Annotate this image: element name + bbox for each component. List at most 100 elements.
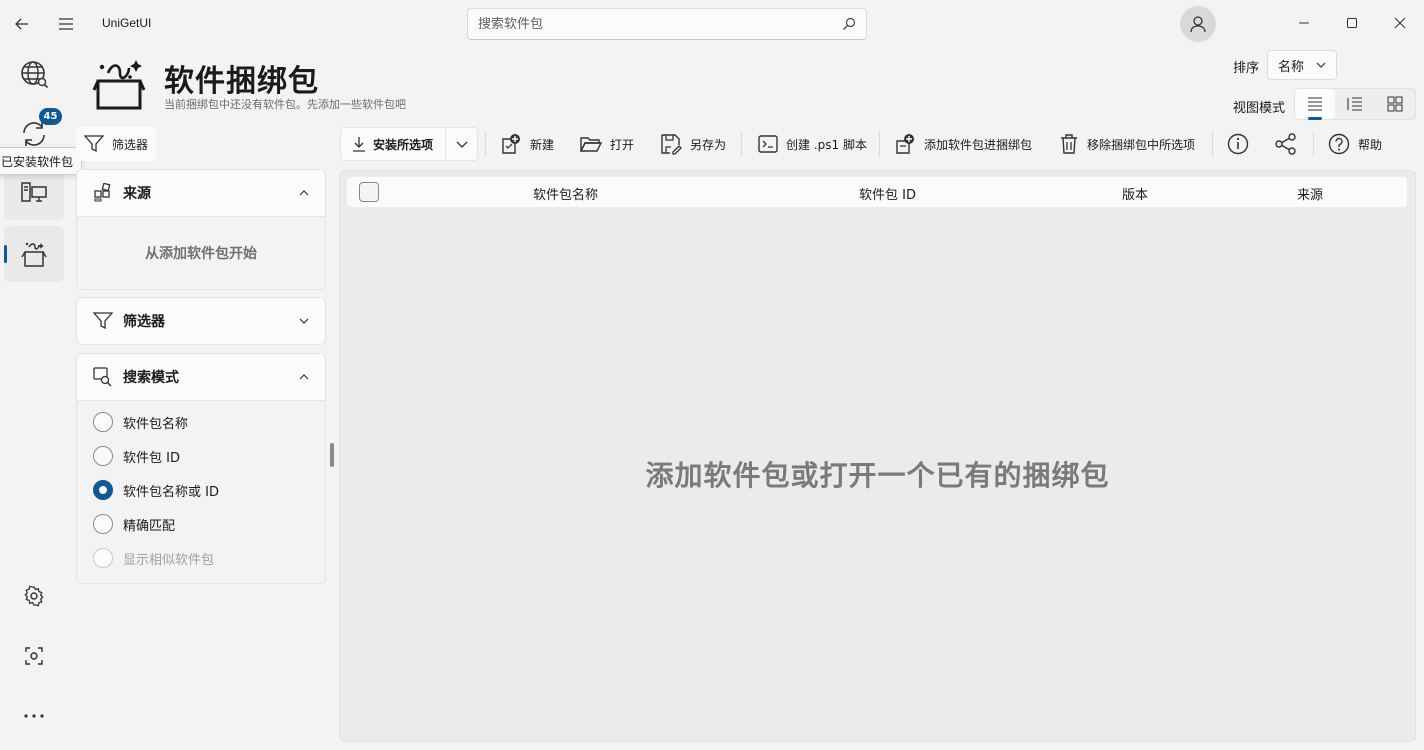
filter-toggle-button[interactable]: 筛选器 [76, 127, 156, 161]
search-input[interactable] [478, 16, 842, 32]
view-grid-button[interactable] [1375, 89, 1415, 119]
radio-button[interactable] [93, 412, 113, 432]
install-selected-button[interactable]: 安装所选项 [341, 128, 445, 160]
nav-settings[interactable] [4, 568, 64, 624]
remove-selected-button[interactable]: 移除捆绑包中所选项 [1059, 127, 1195, 161]
chevron-up-icon [299, 374, 309, 380]
trash-icon [1061, 134, 1077, 154]
column-header-source[interactable]: 来源 [1297, 184, 1323, 203]
list-view-icon [1308, 97, 1322, 111]
column-header-version[interactable]: 版本 [1122, 184, 1148, 203]
help-label: 帮助 [1358, 137, 1383, 152]
add-package-icon [896, 134, 914, 154]
panel-splitter-handle[interactable] [330, 443, 334, 467]
sources-panel-title: 来源 [123, 186, 151, 202]
maximize-icon [1347, 18, 1357, 28]
search-mode-panel: 搜索模式 软件包名称 软件包 ID 软件包名称或 ID 精确匹配 显示相似软件包 [76, 353, 326, 584]
remove-selected-label: 移除捆绑包中所选项 [1087, 137, 1196, 152]
sources-panel: 来源 从添加软件包开始 [76, 169, 326, 290]
search-mode-option[interactable]: 软件包名称 [77, 405, 325, 439]
help-icon [1328, 133, 1350, 155]
nav-tooltip: 已安装软件包 [0, 147, 83, 175]
view-details-button[interactable] [1335, 89, 1375, 119]
bundle-header-icon [92, 57, 148, 111]
minimize-button[interactable] [1288, 8, 1320, 38]
updates-count-badge: 45 [39, 108, 62, 125]
select-all-checkbox[interactable] [359, 182, 379, 202]
filter-toggle-label: 筛选器 [112, 137, 149, 152]
search-mode-panel-title: 搜索模式 [123, 370, 179, 386]
sources-panel-header[interactable]: 来源 [77, 170, 325, 216]
hamburger-menu-button[interactable] [52, 10, 80, 38]
maximize-button[interactable] [1336, 8, 1368, 38]
search-mode-option-label: 精确匹配 [123, 518, 176, 534]
share-icon [1275, 133, 1296, 155]
search-mode-icon [93, 367, 112, 387]
back-button[interactable] [8, 10, 36, 38]
install-selected-label: 安装所选项 [373, 137, 434, 152]
view-mode-label: 视图模式 [1233, 101, 1286, 116]
close-icon [1394, 17, 1406, 29]
search-mode-option-disabled: 显示相似软件包 [77, 541, 325, 575]
toolbar-separator [879, 131, 880, 157]
save-as-button[interactable]: 另存为 [660, 127, 726, 161]
user-avatar-button[interactable] [1180, 6, 1216, 42]
open-bundle-label: 打开 [610, 137, 635, 152]
app-title: UniGetUI [102, 16, 152, 30]
search-mode-option-label: 软件包名称 [123, 416, 189, 432]
add-package-button[interactable]: 添加软件包进捆绑包 [894, 127, 1032, 161]
sort-select[interactable]: 名称 [1267, 50, 1337, 80]
filters-panel: 筛选器 [76, 297, 326, 345]
new-bundle-button[interactable]: 新建 [500, 127, 554, 161]
filter-icon [84, 135, 104, 153]
new-bundle-label: 新建 [530, 137, 555, 152]
nav-diagnostics[interactable] [4, 628, 64, 684]
search-mode-option[interactable]: 精确匹配 [77, 507, 325, 541]
create-script-label: 创建 .ps1 脚本 [786, 137, 867, 152]
sources-icon [94, 183, 111, 202]
share-button[interactable] [1275, 127, 1297, 161]
toolbar-separator [485, 131, 486, 157]
close-button[interactable] [1384, 8, 1416, 38]
radio-button-disabled [93, 548, 113, 568]
toolbar-separator [741, 131, 742, 157]
radio-button-selected[interactable] [93, 480, 113, 500]
search-mode-option[interactable]: 软件包 ID [77, 439, 325, 473]
empty-bundle-message: 添加软件包或打开一个已有的捆绑包 [645, 459, 1110, 492]
view-mode-toggle [1294, 88, 1416, 120]
chevron-down-icon [1316, 62, 1326, 68]
user-icon [1190, 16, 1206, 33]
nav-more[interactable] [4, 688, 64, 744]
folder-open-icon [580, 137, 602, 152]
search-icon[interactable] [842, 17, 856, 31]
diagnostics-icon [25, 647, 43, 665]
filters-panel-header[interactable]: 筛选器 [77, 298, 325, 344]
view-list-button[interactable] [1295, 89, 1335, 120]
grid-view-icon [1387, 96, 1403, 112]
chevron-up-icon [299, 190, 309, 196]
save-as-label: 另存为 [690, 137, 727, 152]
nav-bundles[interactable] [4, 226, 64, 282]
help-button[interactable]: 帮助 [1328, 127, 1382, 161]
desktop-icon [21, 182, 47, 202]
package-details-button[interactable] [1227, 127, 1249, 161]
open-bundle-button[interactable]: 打开 [580, 127, 634, 161]
search-mode-option[interactable]: 软件包名称或 ID [77, 473, 325, 507]
search-mode-options: 软件包名称 软件包 ID 软件包名称或 ID 精确匹配 显示相似软件包 [77, 400, 325, 583]
install-options-dropdown[interactable] [445, 128, 477, 160]
column-header-name[interactable]: 软件包名称 [533, 184, 598, 203]
column-header-id[interactable]: 软件包 ID [859, 184, 916, 203]
minimize-icon [1299, 22, 1309, 24]
nav-discover[interactable] [4, 46, 64, 102]
bundle-box-icon [21, 242, 47, 267]
radio-button[interactable] [93, 446, 113, 466]
search-mode-option-label: 软件包 ID [123, 450, 180, 466]
search-mode-option-label: 软件包名称或 ID [123, 484, 219, 500]
search-mode-panel-header[interactable]: 搜索模式 [77, 354, 325, 400]
search-box[interactable] [467, 8, 867, 40]
create-script-button[interactable]: 创建 .ps1 脚本 [758, 127, 867, 161]
toolbar-separator [1313, 131, 1314, 157]
search-mode-option-label: 显示相似软件包 [123, 552, 215, 568]
radio-button[interactable] [93, 514, 113, 534]
add-package-label: 添加软件包进捆绑包 [924, 137, 1033, 152]
